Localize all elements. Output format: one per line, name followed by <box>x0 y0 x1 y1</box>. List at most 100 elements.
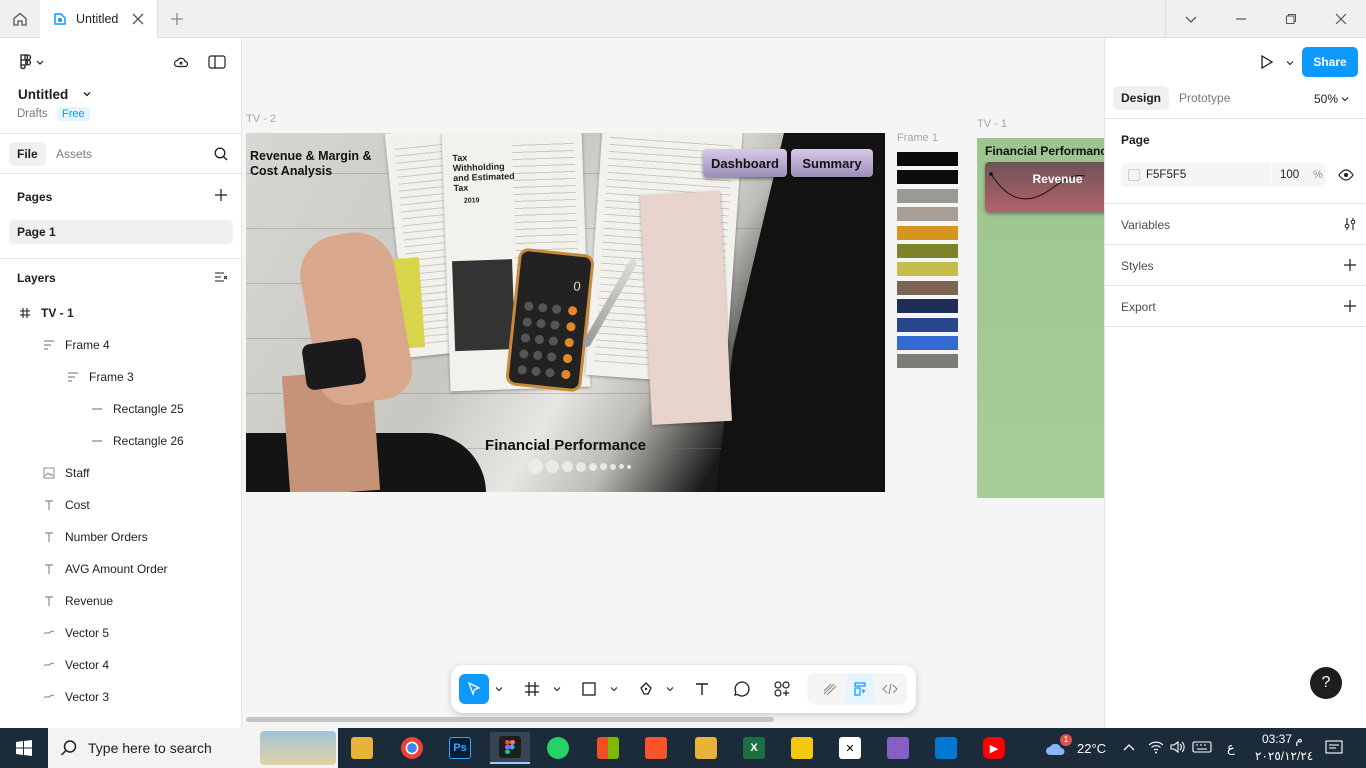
wifi-icon[interactable] <box>1148 740 1164 754</box>
chevron-down-icon[interactable] <box>553 685 561 693</box>
frame-label-frame1[interactable]: Frame 1 <box>897 132 938 144</box>
drafts-link[interactable]: Drafts <box>17 108 48 120</box>
carousel-dot[interactable] <box>619 464 624 469</box>
summary-button[interactable]: Summary <box>791 149 873 177</box>
export-section-label[interactable]: Export <box>1121 300 1156 314</box>
share-button[interactable]: Share <box>1302 47 1358 77</box>
color-swatch[interactable] <box>897 299 958 314</box>
styles-section-label[interactable]: Styles <box>1121 259 1154 273</box>
page-color-swatch[interactable] <box>1128 169 1140 181</box>
toggle-sidebar-icon[interactable] <box>208 54 226 70</box>
layer-item[interactable]: Vector 4 <box>42 653 109 677</box>
home-button[interactable] <box>0 0 40 38</box>
frame-tool-button[interactable] <box>517 674 547 704</box>
horizontal-scrollbar[interactable] <box>246 717 774 722</box>
color-swatch[interactable] <box>897 262 958 277</box>
restore-button[interactable] <box>1266 0 1316 38</box>
draw-mode-button[interactable] <box>815 674 845 704</box>
layer-item[interactable]: Vector 3 <box>42 685 109 709</box>
file-title[interactable]: Untitled <box>18 87 68 102</box>
actions-tool-button[interactable] <box>767 674 797 704</box>
color-swatch[interactable] <box>897 317 958 332</box>
revenue-card[interactable]: Revenue <box>985 162 1104 212</box>
variables-section-label[interactable]: Variables <box>1121 218 1170 232</box>
frame-label-tv2[interactable]: TV - 2 <box>246 113 276 125</box>
frame-tv2[interactable]: Tax Withholding and Estimated Tax 2019 0… <box>246 133 885 492</box>
carousel-dots[interactable] <box>528 459 631 474</box>
carousel-dot[interactable] <box>576 461 586 472</box>
dev-mode-button[interactable] <box>875 674 905 704</box>
taskbar-file-explorer[interactable] <box>342 732 382 764</box>
taskbar-vscode[interactable] <box>926 732 966 764</box>
dashboard-button[interactable]: Dashboard <box>703 149 787 177</box>
carousel-dot[interactable] <box>546 460 559 473</box>
carousel-dot[interactable] <box>627 464 631 469</box>
clock-time[interactable]: 03:37 م <box>1262 732 1303 746</box>
chevron-down-icon[interactable] <box>610 685 618 693</box>
taskbar-chrome[interactable] <box>392 732 432 764</box>
add-page-icon[interactable] <box>214 188 228 202</box>
color-swatch[interactable] <box>897 280 958 295</box>
frame-label-tv1[interactable]: TV - 1 <box>977 118 1007 130</box>
help-button[interactable]: ? <box>1310 667 1342 699</box>
design-mode-button[interactable] <box>845 674 875 704</box>
layer-item[interactable]: Staff <box>42 461 89 485</box>
taskbar-brave[interactable] <box>636 732 676 764</box>
taskbar-youtube[interactable]: ▶ <box>974 732 1014 764</box>
close-tab-icon[interactable] <box>131 12 145 26</box>
search-icon[interactable] <box>213 146 229 162</box>
new-tab-icon[interactable] <box>168 10 186 28</box>
frame-tv1[interactable]: Financial Performance Revenue <box>977 138 1104 498</box>
taskbar-store[interactable] <box>588 732 628 764</box>
temperature[interactable]: 22°C <box>1077 741 1106 756</box>
taskbar-capcut[interactable]: ✕ <box>830 732 870 764</box>
tv1-title[interactable]: Financial Performance <box>985 144 1104 158</box>
tab-assets[interactable]: Assets <box>56 142 92 166</box>
page-color-hex[interactable]: F5F5F5 <box>1146 169 1186 181</box>
file-tab[interactable]: Untitled <box>40 0 158 38</box>
layer-item[interactable]: Cost <box>42 493 90 517</box>
layer-item[interactable]: AVG Amount Order <box>42 557 168 581</box>
layer-item[interactable]: Rectangle 26 <box>90 429 184 453</box>
add-style-icon[interactable] <box>1343 258 1357 272</box>
tv2-title[interactable]: Revenue & Margin & Cost Analysis <box>250 149 390 179</box>
layer-item[interactable]: Rectangle 25 <box>90 397 184 421</box>
taskbar-visual-studio[interactable] <box>878 732 918 764</box>
volume-icon[interactable] <box>1170 740 1186 754</box>
color-swatch[interactable] <box>897 152 958 166</box>
chevron-up-icon[interactable] <box>1123 742 1135 752</box>
layer-item[interactable]: Revenue <box>42 589 113 613</box>
chevron-down-icon[interactable] <box>666 685 674 693</box>
color-swatch[interactable] <box>897 225 958 240</box>
carousel-dot[interactable] <box>528 459 543 474</box>
keyboard-language-icon[interactable] <box>1192 740 1212 754</box>
notifications-icon[interactable] <box>1325 740 1343 756</box>
layer-item[interactable]: Vector 5 <box>42 621 109 645</box>
plan-badge[interactable]: Free <box>57 107 90 121</box>
taskbar-search[interactable]: Type here to search <box>48 728 338 768</box>
tab-design[interactable]: Design <box>1113 86 1170 110</box>
eye-icon[interactable] <box>1338 169 1354 181</box>
add-export-icon[interactable] <box>1343 299 1357 313</box>
tab-file[interactable]: File <box>9 142 46 166</box>
comment-tool-button[interactable] <box>727 674 757 704</box>
clock-date[interactable]: ٢٠٢٥/١٢/٢٤ <box>1255 749 1313 763</box>
layer-item[interactable]: Frame 3 <box>66 365 134 389</box>
page-color-field[interactable]: F5F5F5 100 % <box>1121 163 1326 187</box>
text-tool-button[interactable] <box>687 674 717 704</box>
layer-item[interactable]: TV - 1 <box>18 301 74 325</box>
color-swatch[interactable] <box>897 188 958 203</box>
color-swatch[interactable] <box>897 336 958 350</box>
chevron-down-icon[interactable] <box>495 685 503 693</box>
color-swatch[interactable] <box>897 354 958 369</box>
layer-item[interactable]: Number Orders <box>42 525 148 549</box>
tab-prototype[interactable]: Prototype <box>1179 86 1230 110</box>
taskbar-app-folder[interactable] <box>686 732 726 764</box>
input-language[interactable]: ع <box>1227 740 1235 756</box>
pen-tool-button[interactable] <box>631 674 661 704</box>
color-swatch[interactable] <box>897 244 958 258</box>
carousel-dot[interactable] <box>589 462 597 471</box>
close-window-button[interactable] <box>1316 0 1366 38</box>
carousel-dot[interactable] <box>600 463 607 470</box>
taskbar-figma[interactable] <box>490 732 530 764</box>
